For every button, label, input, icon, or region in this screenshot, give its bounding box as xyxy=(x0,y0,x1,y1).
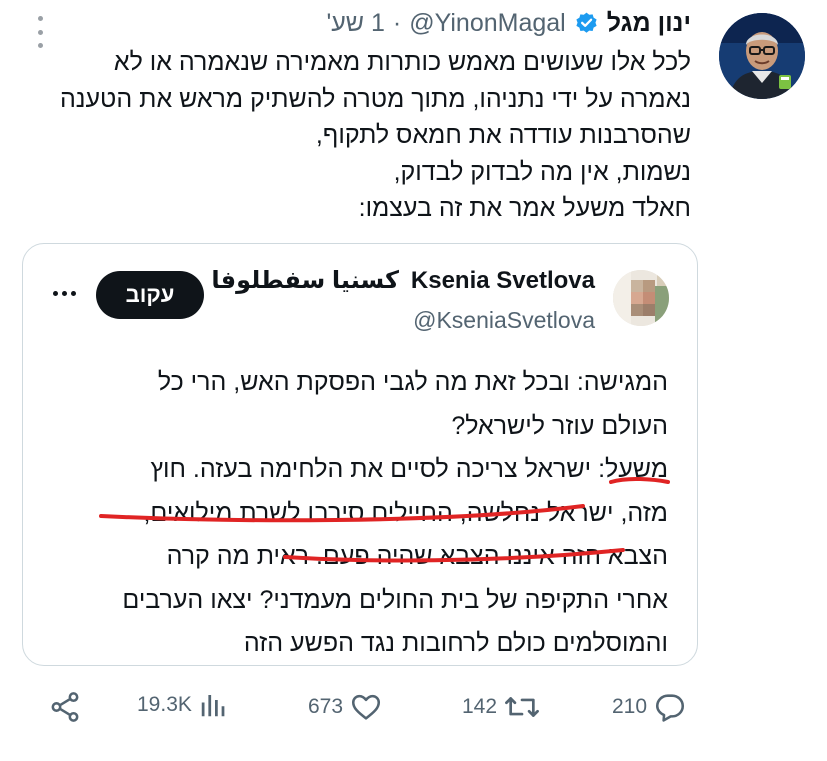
quoted-text-line: והמוסלמים כולם לרחובות נגד הפשע הזה xyxy=(243,629,668,657)
quoted-text-line: המגישה: ובכל זאת מה לגבי הפסקת האש, הרי … xyxy=(157,368,668,396)
views-button[interactable]: 19.3K xyxy=(137,690,228,720)
like-icon xyxy=(352,694,381,720)
reply-button[interactable]: 210 xyxy=(612,690,687,724)
tweet-text-line: לכל אלו שעושים מאמש כותרות מאמירה שנאמרה… xyxy=(113,48,691,76)
author-handle[interactable]: @YinonMagal xyxy=(409,9,565,38)
tweet-text-line: נשמות, אין מה לבדוק לבדוק, xyxy=(393,157,691,186)
quoted-author-avatar[interactable] xyxy=(613,270,669,326)
follow-button[interactable]: עקוב xyxy=(96,271,204,319)
tweet-text-line: חאלד משעל אמר את זה בעצמו: xyxy=(358,194,691,222)
tweet-text: לכל אלו שעושים מאמש כותרות מאמירה שנאמרה… xyxy=(31,44,691,227)
quoted-author-name-row: Ksenia Svetlova كسنيا سفطلوفا xyxy=(211,266,595,295)
retweet-icon xyxy=(505,697,539,717)
quoted-tweet[interactable]: Ksenia Svetlova كسنيا سفطلوفا @KseniaSve… xyxy=(22,243,698,666)
share-icon xyxy=(51,692,79,722)
replies-count: 210 xyxy=(612,695,648,718)
quoted-text-line: אחרי התקיפה של בית החולים מעמדני? יצאו ה… xyxy=(122,585,668,614)
tweet: ינון מגל @YinonMagal · 1 שע' לכל אלו שעו… xyxy=(0,0,827,761)
quoted-text-line: הצבא הזה איננו הצבא שהיה פעם. ראית מה קר… xyxy=(166,542,668,570)
views-count: 19.3K xyxy=(137,693,192,716)
quoted-text-line: מזה, ישראל נחלשה, החיילים סירבו לשרת מיל… xyxy=(143,498,668,527)
quoted-author-avatar-image xyxy=(613,270,669,326)
quoted-author-name[interactable]: Ksenia Svetlova xyxy=(411,267,595,295)
tweet-header: ינון מגל @YinonMagal · 1 שע' xyxy=(326,6,691,40)
quoted-tweet-text: המגישה: ובכל זאת מה לגבי הפסקת האש, הרי … xyxy=(48,361,668,666)
views-icon xyxy=(201,695,225,717)
tweet-time[interactable]: 1 שע' xyxy=(326,9,384,38)
share-button[interactable] xyxy=(48,690,82,724)
likes-count: 673 xyxy=(308,695,344,718)
like-button[interactable]: 673 xyxy=(308,690,383,724)
tweet-text-line: שהסרבנות עודדה את חמאס לתקוף, xyxy=(315,121,691,149)
separator-dot: · xyxy=(392,8,402,37)
retweet-button[interactable]: 142 xyxy=(462,690,541,724)
quoted-text-line: העולם עוזר לישראל? xyxy=(451,411,668,440)
quoted-more-icon[interactable] xyxy=(53,291,76,296)
author-avatar-image xyxy=(719,13,805,99)
author-name[interactable]: ינון מגל xyxy=(607,9,691,38)
reply-icon xyxy=(656,694,685,722)
author-avatar[interactable] xyxy=(719,13,805,99)
quoted-author-name-arabic[interactable]: كسنيا سفطلوفا xyxy=(211,266,398,295)
retweets-count: 142 xyxy=(462,695,498,718)
quoted-text-line: משעל: ישראל צריכה לסיים את הלחימה בעזה. … xyxy=(150,455,668,483)
quoted-author-handle[interactable]: @KseniaSvetlova xyxy=(413,307,595,334)
tweet-text-line: נאמרה על ידי נתניהו, מתוך מטרה להשתיק מר… xyxy=(59,84,691,113)
tweet-actions-bar: 19.3K 673 142 210 xyxy=(0,680,827,740)
verified-badge-icon[interactable] xyxy=(574,11,599,36)
